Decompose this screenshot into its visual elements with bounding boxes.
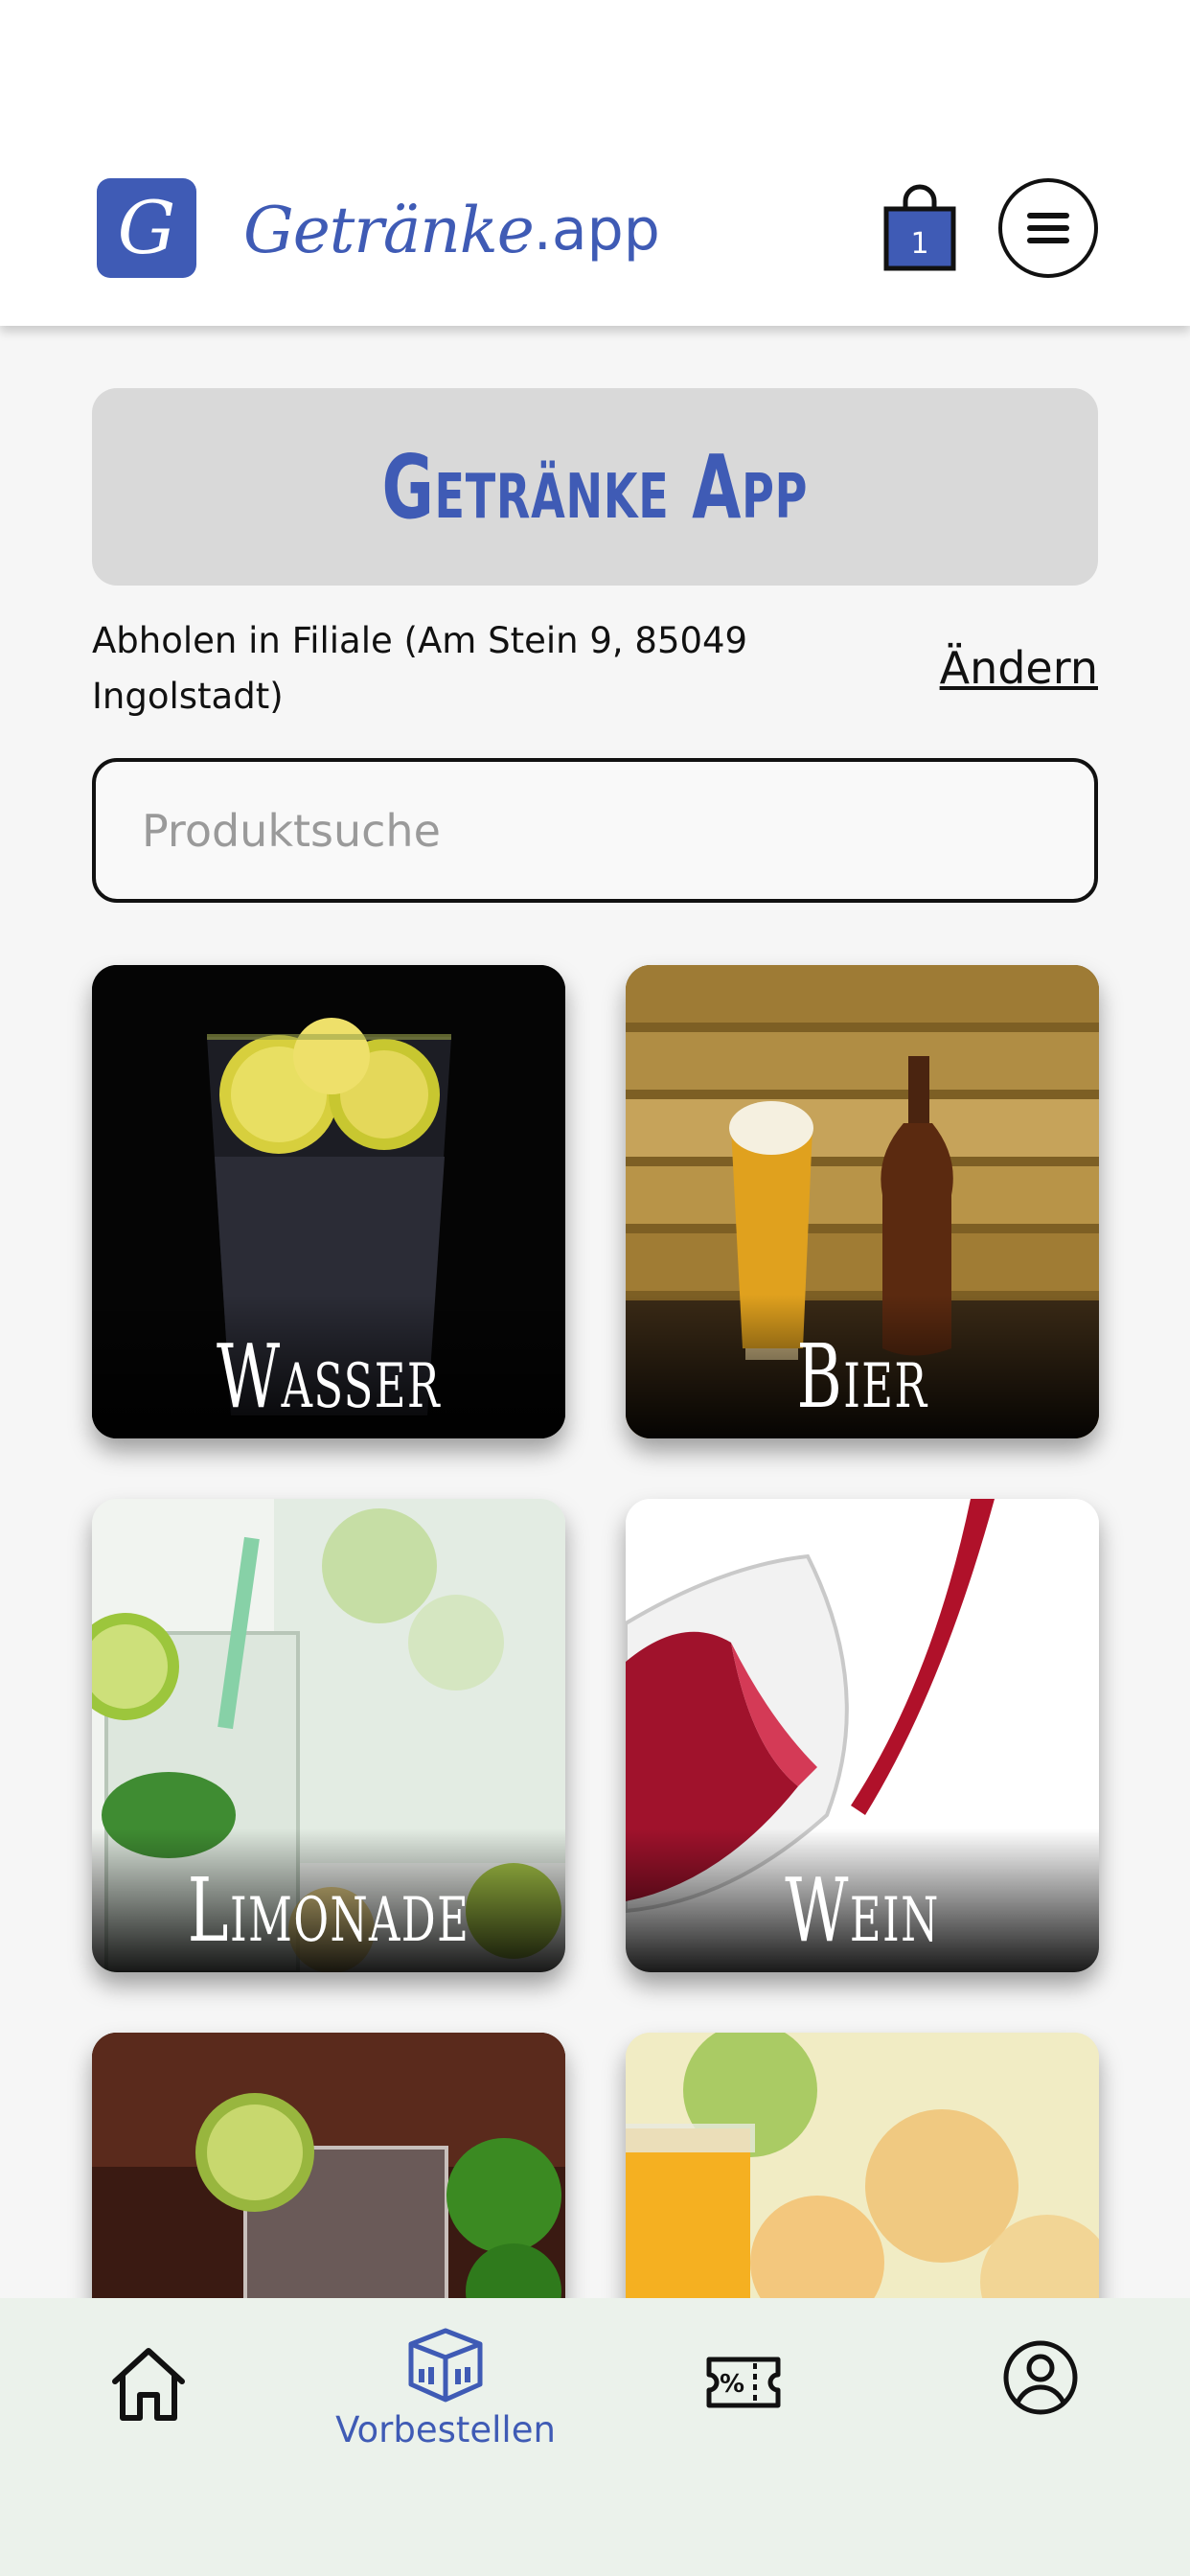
menu-button[interactable]	[998, 178, 1098, 278]
pickup-location-text: Abholen in Filiale (Am Stein 9, 85049 In…	[92, 620, 748, 717]
nav-offers[interactable]: %	[705, 2356, 782, 2414]
app-banner: Getränke App	[92, 388, 1098, 586]
cart-button[interactable]: 1	[881, 184, 959, 272]
shopping-bag-icon: 1	[883, 184, 956, 271]
app-header: G Getränke .app 1	[0, 0, 1190, 326]
app-logo[interactable]: G	[97, 178, 196, 278]
logo-letter: G	[117, 185, 176, 270]
category-tile-bier[interactable]: Bier	[626, 965, 1099, 1438]
home-icon	[112, 2348, 185, 2421]
category-label: Wasser	[217, 1325, 441, 1428]
category-label: Wein	[785, 1859, 940, 1962]
discount-ticket-icon: %	[706, 2357, 781, 2408]
nav-profile[interactable]	[1002, 2339, 1079, 2421]
search-input[interactable]	[140, 803, 1094, 858]
bottom-navigation: Vorbestellen %	[0, 2298, 1190, 2576]
product-search-field[interactable]	[92, 758, 1098, 903]
category-tile-wein[interactable]: Wein	[626, 1499, 1099, 1972]
brand-name-suffix: .app	[533, 196, 660, 264]
nav-preorder[interactable]: Vorbestellen	[316, 2327, 575, 2450]
svg-text:%: %	[720, 2370, 744, 2399]
category-label: Bier	[796, 1325, 928, 1428]
brand-name[interactable]: Getränke .app	[243, 182, 660, 278]
hamburger-menu-icon	[1027, 213, 1069, 243]
banner-title: Getränke App	[381, 435, 809, 539]
box-icon	[408, 2328, 483, 2403]
nav-home[interactable]	[105, 2341, 192, 2432]
category-label: Limonade	[187, 1859, 470, 1962]
change-location-link[interactable]: Ändern	[940, 642, 1098, 694]
category-tile-limonade[interactable]: Limonade	[92, 1499, 565, 1972]
cart-count: 1	[910, 227, 928, 261]
brand-name-script: Getränke	[243, 193, 535, 267]
category-tile-wasser[interactable]: Wasser	[92, 965, 565, 1438]
nav-label-preorder: Vorbestellen	[335, 2409, 556, 2450]
user-profile-icon	[1003, 2340, 1078, 2415]
